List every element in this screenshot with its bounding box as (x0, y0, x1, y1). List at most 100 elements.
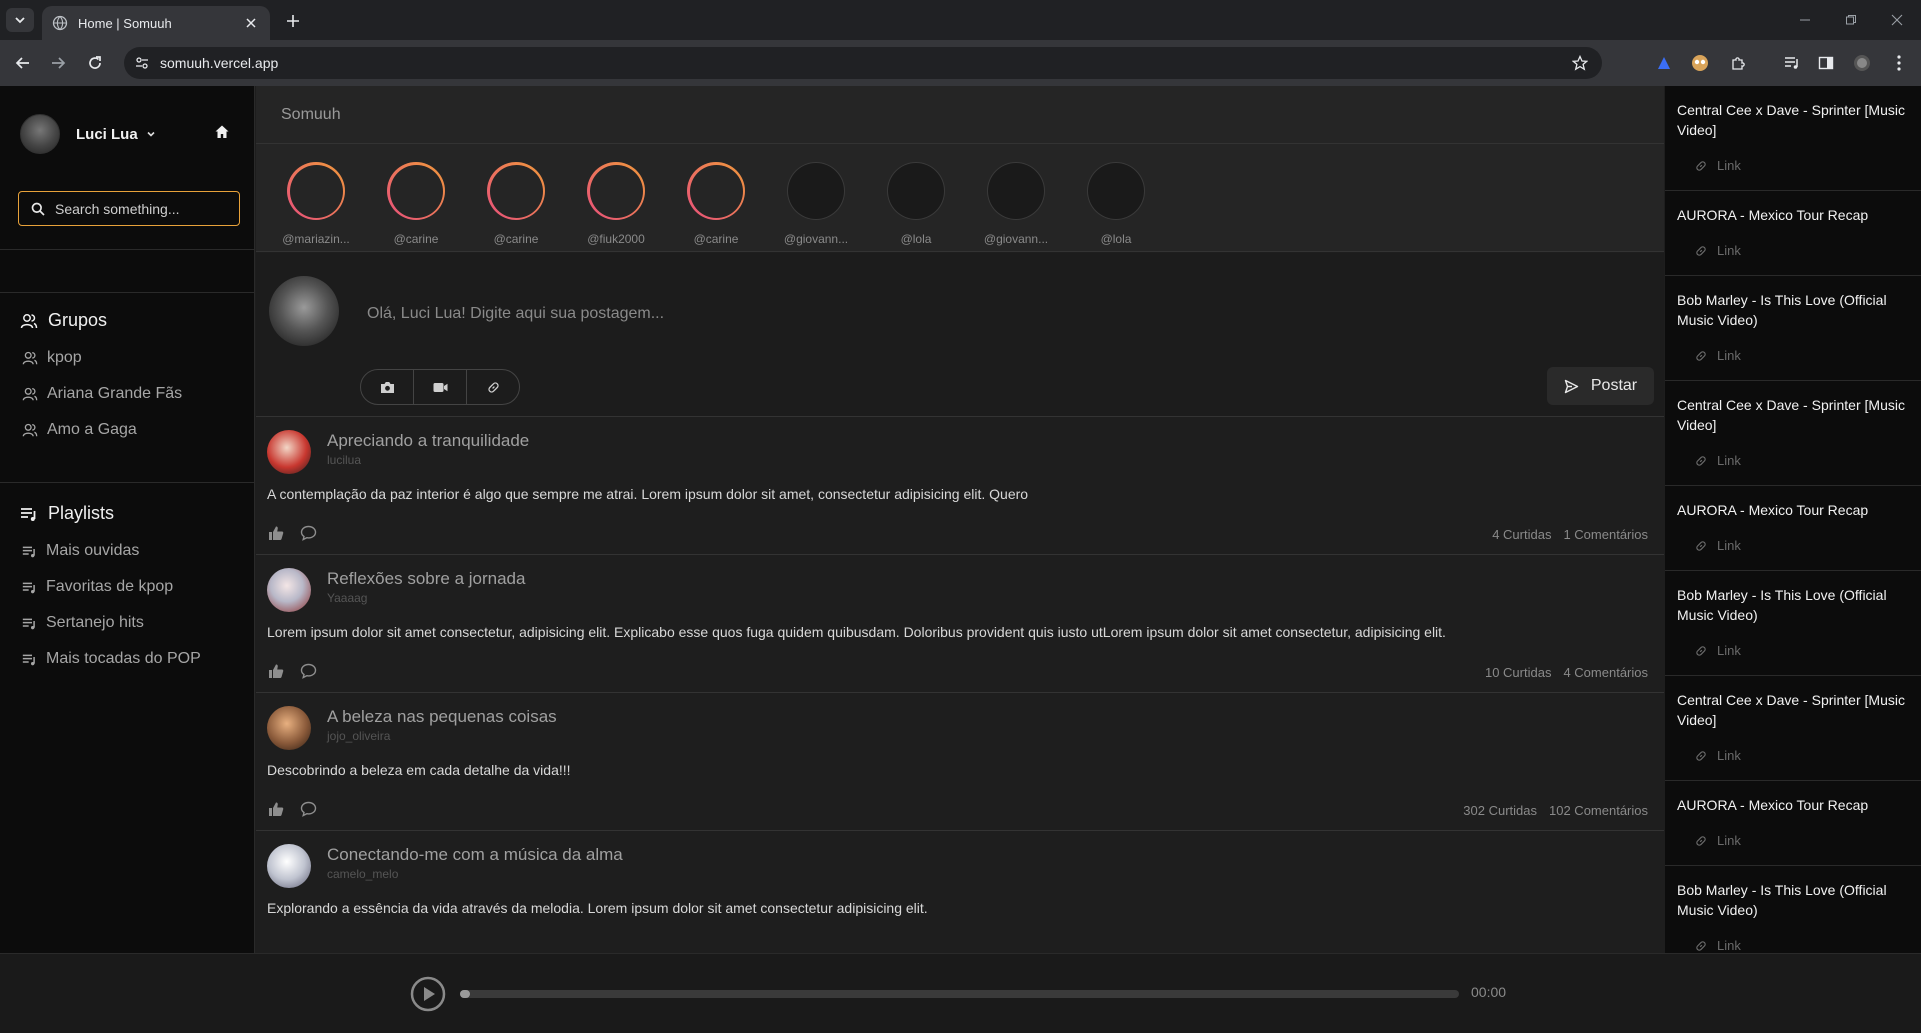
link-icon (1696, 350, 1706, 361)
avatar[interactable] (267, 706, 311, 750)
media-queue-icon[interactable] (1781, 52, 1803, 74)
post-username[interactable]: camelo_melo (327, 867, 398, 881)
thumbs-up-icon[interactable] (268, 663, 284, 679)
bookmark-star-icon[interactable] (1572, 55, 1588, 71)
link-label: Link (1717, 158, 1741, 173)
post-button-label: Postar (1590, 377, 1638, 394)
comment-icon[interactable] (300, 663, 317, 679)
story-item[interactable]: @lola (1071, 162, 1161, 246)
playlist-item-favoritas-kpop[interactable]: Favoritas de kpop (22, 578, 173, 596)
group-item-gaga[interactable]: Amo a Gaga (22, 421, 137, 439)
progress-track[interactable] (460, 990, 1459, 998)
close-tab-icon[interactable] (242, 14, 260, 32)
user-menu[interactable]: Luci Lua (20, 114, 156, 154)
search-icon (31, 202, 45, 216)
comment-icon[interactable] (300, 525, 317, 541)
minimize-button[interactable] (1790, 8, 1820, 32)
add-video-button[interactable] (414, 370, 467, 404)
story-username: @fiuk2000 (587, 232, 645, 246)
progress-thumb[interactable] (460, 990, 470, 998)
minimize-icon (1800, 19, 1810, 21)
users-icon (22, 423, 38, 437)
post-username[interactable]: lucilua (327, 453, 361, 467)
video-title: AURORA - Mexico Tour Recap (1677, 207, 1869, 223)
add-link-button[interactable] (467, 370, 519, 404)
groups-heading[interactable]: Grupos (20, 310, 107, 331)
extension-face-icon[interactable] (1689, 52, 1711, 74)
playlist-item-sertanejo[interactable]: Sertanejo hits (22, 614, 144, 632)
video-link[interactable]: Link (1695, 643, 1741, 658)
back-button[interactable] (11, 51, 35, 75)
brand-name: Somuuh (281, 106, 341, 123)
video-link[interactable]: Link (1695, 158, 1741, 173)
address-bar[interactable]: somuuh.vercel.app (124, 47, 1602, 79)
extension-triangle-icon[interactable] (1653, 52, 1675, 74)
avatar[interactable] (267, 844, 311, 888)
site-info-icon[interactable] (134, 55, 150, 71)
video-link[interactable]: Link (1695, 538, 1741, 553)
story-item[interactable]: @fiuk2000 (571, 162, 661, 246)
story-item[interactable]: @carine (371, 162, 461, 246)
link-label: Link (1717, 833, 1741, 848)
comments-count[interactable]: 1 Comentários (1563, 527, 1648, 542)
side-panel-icon[interactable] (1815, 52, 1837, 74)
story-item[interactable]: @lola (871, 162, 961, 246)
video-link[interactable]: Link (1695, 453, 1741, 468)
post-button[interactable]: Postar (1547, 367, 1654, 405)
post-stats: 10 Curtidas 4 Comentários (1485, 665, 1648, 680)
avatar[interactable] (267, 430, 311, 474)
add-photo-button[interactable] (361, 370, 414, 404)
tab-search-button[interactable] (6, 8, 34, 32)
story-item[interactable]: @carine (671, 162, 761, 246)
video-link[interactable]: Link (1695, 748, 1741, 763)
link-label: Link (1717, 748, 1741, 763)
video-link[interactable]: Link (1695, 243, 1741, 258)
post-username[interactable]: Yaaaag (327, 591, 367, 605)
new-tab-button[interactable] (282, 10, 304, 32)
group-item-ariana[interactable]: Ariana Grande Fãs (22, 385, 182, 403)
comment-icon[interactable] (300, 801, 317, 817)
stories-row: @mariazin... @carine @carine @fiuk2000 @… (256, 144, 1664, 252)
search-box[interactable] (18, 191, 240, 226)
profile-avatar-icon[interactable] (1851, 52, 1873, 74)
browser-toolbar: somuuh.vercel.app (0, 40, 1921, 86)
playlist-item-mais-ouvidas[interactable]: Mais ouvidas (22, 542, 139, 560)
story-item[interactable]: @mariazin... (271, 162, 361, 246)
playlist-item-pop[interactable]: Mais tocadas do POP (22, 650, 201, 668)
group-item-kpop[interactable]: kpop (22, 349, 82, 367)
story-username: @lola (1100, 232, 1132, 246)
plus-icon (287, 15, 299, 27)
home-button[interactable] (214, 124, 230, 140)
thumbs-up-icon[interactable] (268, 801, 284, 817)
thumbs-up-icon[interactable] (268, 525, 284, 541)
link-icon (1696, 645, 1706, 656)
post-username[interactable]: jojo_oliveira (327, 729, 390, 743)
search-input[interactable] (55, 200, 225, 217)
story-item[interactable]: @carine (471, 162, 561, 246)
group-label: Amo a Gaga (47, 421, 137, 438)
browser-tab-active[interactable]: Home | Somuuh (42, 6, 270, 40)
forward-button[interactable] (46, 51, 70, 75)
story-item[interactable]: @giovann... (771, 162, 861, 246)
avatar[interactable] (267, 568, 311, 612)
reload-button[interactable] (83, 51, 107, 75)
story-item[interactable]: @giovann... (971, 162, 1061, 246)
video-link[interactable]: Link (1695, 833, 1741, 848)
story-ring (587, 162, 645, 220)
composer-input[interactable]: Olá, Luci Lua! Digite aqui sua postagem.… (367, 305, 664, 323)
comments-count[interactable]: 4 Comentários (1563, 665, 1648, 680)
video-link[interactable]: Link (1695, 938, 1741, 953)
video-camera-icon (433, 382, 447, 392)
link-icon (1696, 540, 1706, 551)
link-icon (1696, 455, 1706, 466)
playlists-heading[interactable]: Playlists (20, 503, 114, 524)
story-username: @lola (900, 232, 932, 246)
close-window-button[interactable] (1882, 8, 1912, 32)
comments-count[interactable]: 102 Comentários (1549, 803, 1648, 818)
play-icon[interactable] (410, 976, 446, 1012)
restore-button[interactable] (1836, 8, 1866, 32)
playlists-title: Playlists (48, 503, 115, 523)
video-link[interactable]: Link (1695, 348, 1741, 363)
browser-menu-icon[interactable] (1888, 52, 1910, 74)
extensions-puzzle-icon[interactable] (1727, 52, 1749, 74)
